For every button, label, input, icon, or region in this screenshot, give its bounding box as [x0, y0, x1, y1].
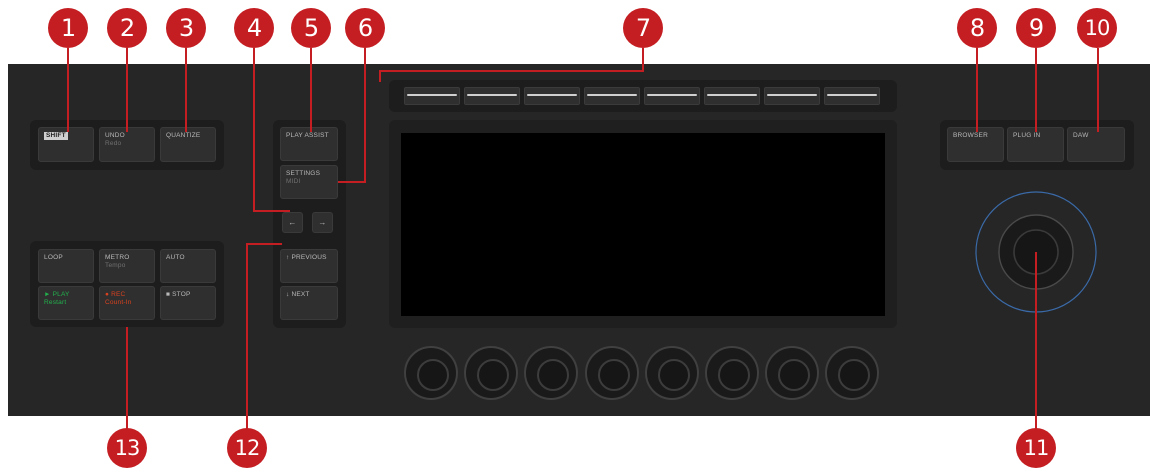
callout-1: 1 — [48, 8, 88, 48]
callout-3: 3 — [166, 8, 206, 48]
callout-line-7 — [379, 48, 644, 82]
callout-line-4 — [253, 48, 290, 212]
callout-line-12 — [246, 243, 282, 436]
callout-2: 2 — [107, 8, 147, 48]
callout-6: 6 — [345, 8, 385, 48]
callout-9: 9 — [1016, 8, 1056, 48]
callout-4: 4 — [234, 8, 274, 48]
callout-line-6 — [338, 48, 366, 183]
callout-8: 8 — [957, 8, 997, 48]
callout-12: 12 — [227, 428, 267, 468]
callout-10: 10 — [1077, 8, 1117, 48]
callout-lines — [67, 48, 1099, 436]
callout-7: 7 — [623, 8, 663, 48]
callout-13: 13 — [107, 428, 147, 468]
callout-11: 11 — [1016, 428, 1056, 468]
callout-5: 5 — [291, 8, 331, 48]
